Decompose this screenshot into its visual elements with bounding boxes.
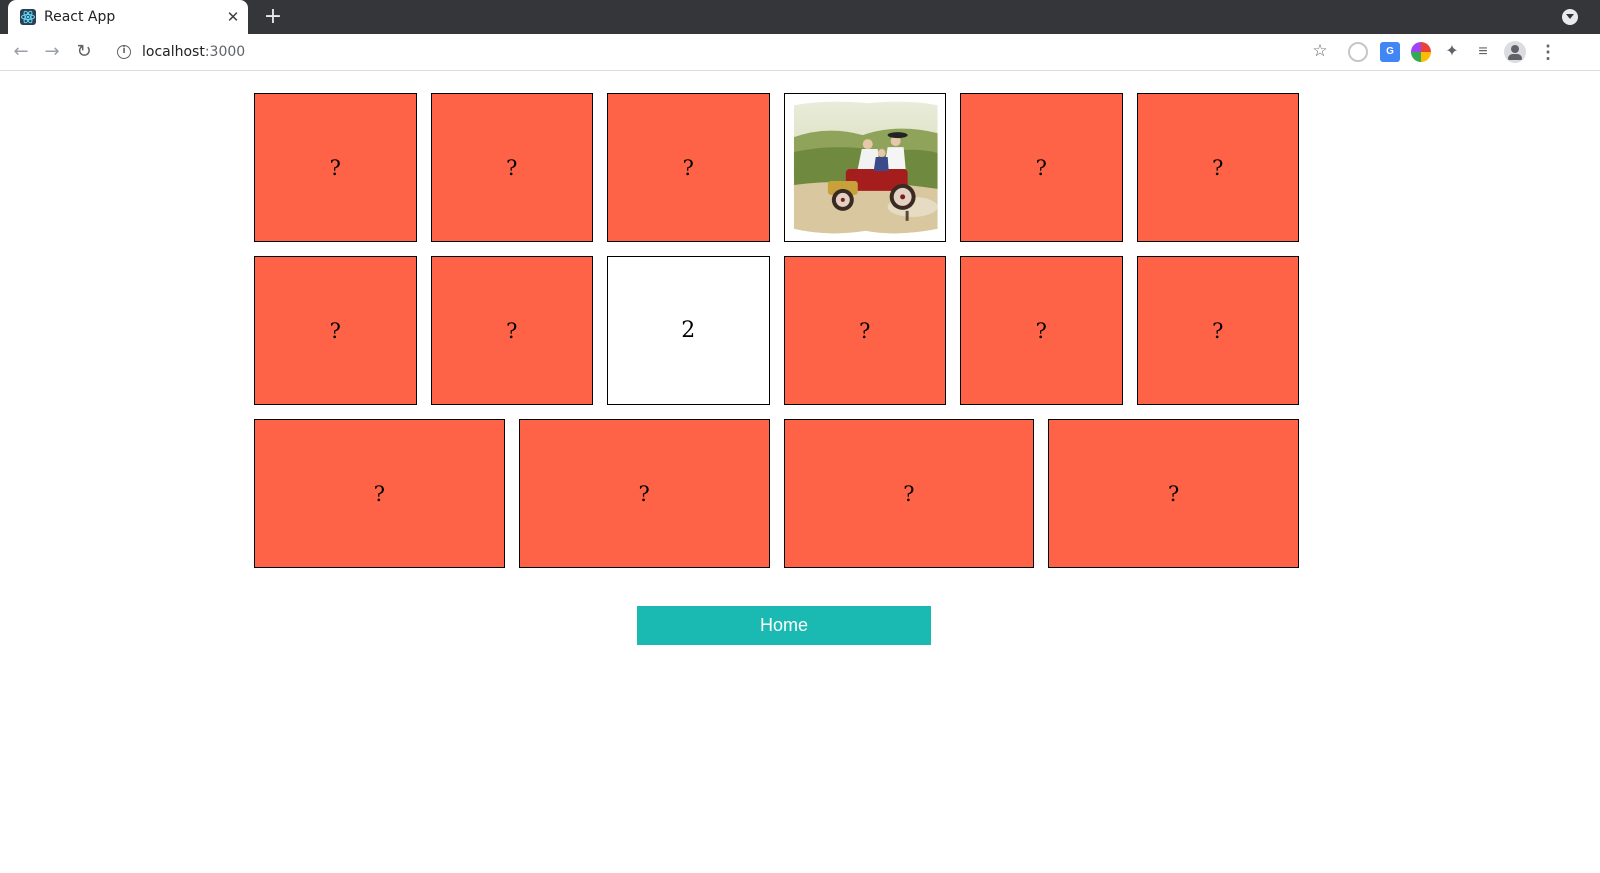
memory-card[interactable]: ? [607,93,770,242]
forward-arrow-icon[interactable]: → [40,40,64,64]
home-button[interactable]: Home [637,606,931,645]
memory-card[interactable]: ? [254,419,505,568]
reload-icon[interactable]: ↻ [72,40,96,64]
profile-icon[interactable] [1504,41,1526,63]
url-text[interactable]: localhost:3000 [142,44,245,60]
memory-card-revealed-image[interactable] [783,93,947,242]
card-row: ? ? ? ? [254,419,1299,568]
memory-card[interactable]: ? [430,256,593,405]
address-bar[interactable]: i localhost:3000 [108,38,1364,67]
react-favicon-icon [20,9,36,25]
menu-icon[interactable]: ⋮ [1538,42,1558,62]
info-icon[interactable]: i [117,45,131,59]
memory-card[interactable]: ? [518,419,770,568]
memory-card[interactable]: ? [960,93,1123,242]
close-tab-icon[interactable]: ✕ [224,8,242,26]
memory-card[interactable]: ? [430,93,593,242]
card-row: ? ? ? ? ? [254,93,1300,242]
memory-card[interactable]: ? [254,93,417,242]
new-tab-button[interactable]: + [262,6,284,28]
tab-title: React App [44,9,116,25]
timer-extension-icon[interactable] [1348,42,1368,62]
puzzle-icon[interactable]: ✦ [1442,42,1462,62]
memory-card[interactable]: ? [783,419,1035,568]
color-extension-icon[interactable] [1411,42,1431,62]
memory-board: ? ? ? ? ? ? ? 2 ? ? ? ? ? ? ? [254,93,1300,582]
memory-card[interactable]: ? [1136,93,1300,242]
bookmark-star-icon[interactable]: ☆ [1308,39,1332,63]
back-arrow-icon[interactable]: ← [9,40,33,64]
vintage-car-image [793,101,938,234]
memory-card-revealed-number[interactable]: 2 [607,256,770,405]
memory-card[interactable]: ? [960,256,1123,405]
memory-card[interactable]: ? [254,256,417,405]
browser-tab-strip: React App ✕ + [0,0,1600,34]
translate-extension-icon[interactable]: G [1380,42,1400,62]
memory-card[interactable]: ? [783,256,946,405]
media-icon[interactable]: ≡ [1473,42,1493,62]
card-row: ? ? 2 ? ? ? [254,256,1299,405]
memory-card[interactable]: ? [1136,256,1299,405]
browser-tab[interactable]: React App ✕ [8,0,248,34]
memory-card[interactable]: ? [1048,419,1299,568]
browser-toolbar: ← → ↻ i localhost:3000 ☆ G ✦ ≡ ⋮ [0,34,1600,71]
tab-search-icon[interactable] [1562,9,1578,25]
